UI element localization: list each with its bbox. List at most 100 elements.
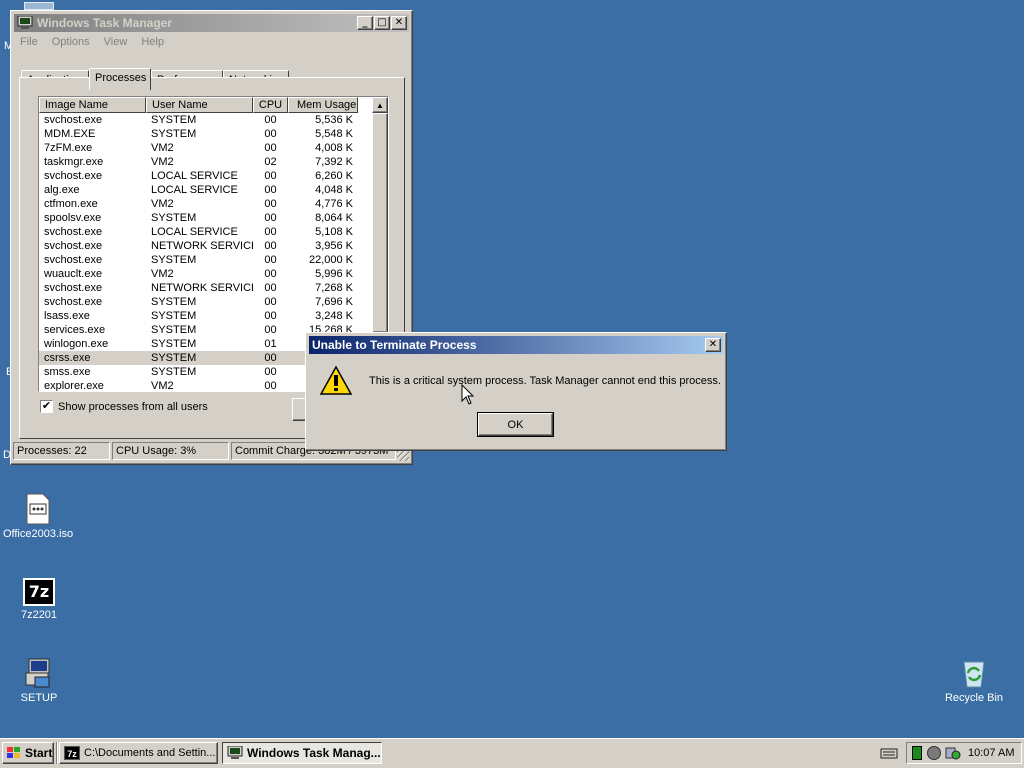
clock[interactable]: 10:07 AM xyxy=(968,747,1014,759)
volume-icon[interactable] xyxy=(927,746,941,760)
process-mem-usage: 6,260 K xyxy=(315,170,353,182)
network-icon[interactable] xyxy=(912,746,922,760)
process-image-name: svchost.exe xyxy=(44,170,103,182)
process-image-name: csrss.exe xyxy=(39,351,146,365)
process-user-name: LOCAL SERVICE xyxy=(151,226,238,238)
process-mem-usage: 3,956 K xyxy=(315,240,353,252)
taskbar-button-documents[interactable]: 7z C:\Documents and Settin... xyxy=(59,742,218,764)
process-image-name: MDM.EXE xyxy=(44,128,96,140)
desktop-icon-recycle-bin[interactable]: Recycle Bin xyxy=(936,657,1012,704)
process-user-name: SYSTEM xyxy=(151,254,197,266)
process-mem-usage: 8,064 K xyxy=(315,212,353,224)
column-header-user-name[interactable]: User Name xyxy=(146,97,253,113)
process-user-name: VM2 xyxy=(151,380,174,392)
process-image-name: ctfmon.exe xyxy=(44,198,98,210)
process-user-name: LOCAL SERVICE xyxy=(151,170,238,182)
table-row[interactable]: svchost.exe LOCAL SERVICE 00 6,260 K xyxy=(39,169,358,183)
process-image-name: services.exe xyxy=(44,324,106,336)
column-header-mem-usage[interactable]: Mem Usage xyxy=(288,97,358,113)
process-cpu: 00 xyxy=(264,212,277,224)
table-row[interactable]: svchost.exe LOCAL SERVICE 00 5,108 K xyxy=(39,225,358,239)
taskbar-button-label: Windows Task Manag... xyxy=(247,746,381,760)
scroll-thumb[interactable] xyxy=(372,113,388,333)
menu-help[interactable]: Help xyxy=(141,36,164,48)
process-image-name: svchost.exe xyxy=(44,114,103,126)
status-processes: Processes: 22 xyxy=(13,442,110,460)
process-cpu: 00 xyxy=(264,254,277,266)
process-user-name: SYSTEM xyxy=(151,338,197,350)
process-cpu: 00 xyxy=(264,128,277,140)
process-cpu: 00 xyxy=(264,296,277,308)
table-row[interactable]: lsass.exe SYSTEM 00 3,248 K xyxy=(39,309,358,323)
start-label: Start xyxy=(25,746,53,760)
table-row[interactable]: svchost.exe SYSTEM 00 22,000 K xyxy=(39,253,358,267)
process-image-name: 7zFM.exe xyxy=(44,142,93,154)
process-user-name: SYSTEM xyxy=(151,324,197,336)
column-header-image-name[interactable]: Image Name xyxy=(39,97,146,113)
menu-file[interactable]: File xyxy=(20,36,38,48)
table-row[interactable]: wuauclt.exe VM2 00 5,996 K xyxy=(39,267,358,281)
ok-button[interactable]: OK xyxy=(477,412,554,437)
desktop-icon-7z2201[interactable]: 7z 7z2201 xyxy=(1,578,77,621)
taskbar-button-task-manager[interactable]: Windows Task Manag... xyxy=(222,742,382,764)
process-mem-usage: 7,268 K xyxy=(315,282,353,294)
update-icon[interactable] xyxy=(945,746,961,760)
ok-button-label: OK xyxy=(507,418,524,431)
task-manager-icon xyxy=(227,745,243,760)
table-row[interactable]: svchost.exe SYSTEM 00 5,536 K xyxy=(39,113,358,127)
task-manager-icon xyxy=(17,15,33,30)
table-row[interactable]: taskmgr.exe VM2 02 7,392 K xyxy=(39,155,358,169)
dialog-titlebar[interactable]: Unable to Terminate Process ✕ xyxy=(309,336,723,354)
taskbar-separator xyxy=(56,742,58,764)
setup-icon xyxy=(23,657,55,689)
table-row[interactable]: spoolsv.exe SYSTEM 00 8,064 K xyxy=(39,211,358,225)
desktop-icon-office2003-iso[interactable]: Office2003.iso xyxy=(0,493,76,540)
keyboard-icon[interactable] xyxy=(880,746,898,760)
process-image-name: svchost.exe xyxy=(44,240,103,252)
show-all-users-label: Show processes from all users xyxy=(58,400,208,413)
process-user-name: VM2 xyxy=(151,142,174,154)
process-mem-usage: 4,048 K xyxy=(315,184,353,196)
process-cpu: 02 xyxy=(264,156,277,168)
process-cpu: 00 xyxy=(264,282,277,294)
process-image-name: smss.exe xyxy=(44,366,91,378)
menu-options[interactable]: Options xyxy=(52,36,90,48)
table-row[interactable]: svchost.exe NETWORK SERVICE 00 3,956 K xyxy=(39,239,358,253)
maximize-button[interactable]: □ xyxy=(374,16,390,30)
dialog-title: Unable to Terminate Process xyxy=(312,338,477,352)
partial-desktop-icon[interactable] xyxy=(24,2,54,10)
desktop-icon-label: 7z2201 xyxy=(20,609,58,621)
desktop-icon-label: SETUP xyxy=(20,692,58,704)
process-cpu: 00 xyxy=(264,114,277,126)
minimize-button[interactable]: _ xyxy=(357,16,373,30)
menu-view[interactable]: View xyxy=(104,36,128,48)
process-mem-usage: 7,392 K xyxy=(315,156,353,168)
task-manager-titlebar[interactable]: Windows Task Manager _ □ ✕ xyxy=(14,14,409,32)
show-all-users-checkbox[interactable]: ✔ Show processes from all users xyxy=(40,400,208,413)
tab-processes[interactable]: Processes xyxy=(89,68,151,90)
process-image-name: lsass.exe xyxy=(44,310,90,322)
checkbox-box: ✔ xyxy=(40,400,53,413)
list-header: Image Name User Name CPU Mem Usage xyxy=(39,97,372,113)
dialog-close-button[interactable]: ✕ xyxy=(705,338,721,352)
table-row[interactable]: 7zFM.exe VM2 00 4,008 K xyxy=(39,141,358,155)
process-cpu: 00 xyxy=(264,240,277,252)
scroll-up-button[interactable]: ▲ xyxy=(372,97,388,113)
desktop-icon-setup[interactable]: SETUP xyxy=(1,657,77,704)
process-user-name: SYSTEM xyxy=(151,310,197,322)
close-button[interactable]: ✕ xyxy=(391,16,407,30)
process-user-name: LOCAL SERVICE xyxy=(151,184,238,196)
process-mem-usage: 22,000 K xyxy=(308,254,353,266)
process-image-name: svchost.exe xyxy=(44,296,103,308)
column-header-cpu[interactable]: CPU xyxy=(253,97,288,113)
table-row[interactable]: svchost.exe SYSTEM 00 7,696 K xyxy=(39,295,358,309)
table-row[interactable]: alg.exe LOCAL SERVICE 00 4,048 K xyxy=(39,183,358,197)
start-button[interactable]: Start xyxy=(2,742,54,764)
process-image-name: alg.exe xyxy=(44,184,80,196)
process-mem-usage: 5,996 K xyxy=(315,268,353,280)
table-row[interactable]: svchost.exe NETWORK SERVICE 00 7,268 K xyxy=(39,281,358,295)
table-row[interactable]: MDM.EXE SYSTEM 00 5,548 K xyxy=(39,127,358,141)
process-mem-usage: 7,696 K xyxy=(315,296,353,308)
table-row[interactable]: ctfmon.exe VM2 00 4,776 K xyxy=(39,197,358,211)
process-user-name: VM2 xyxy=(151,268,174,280)
